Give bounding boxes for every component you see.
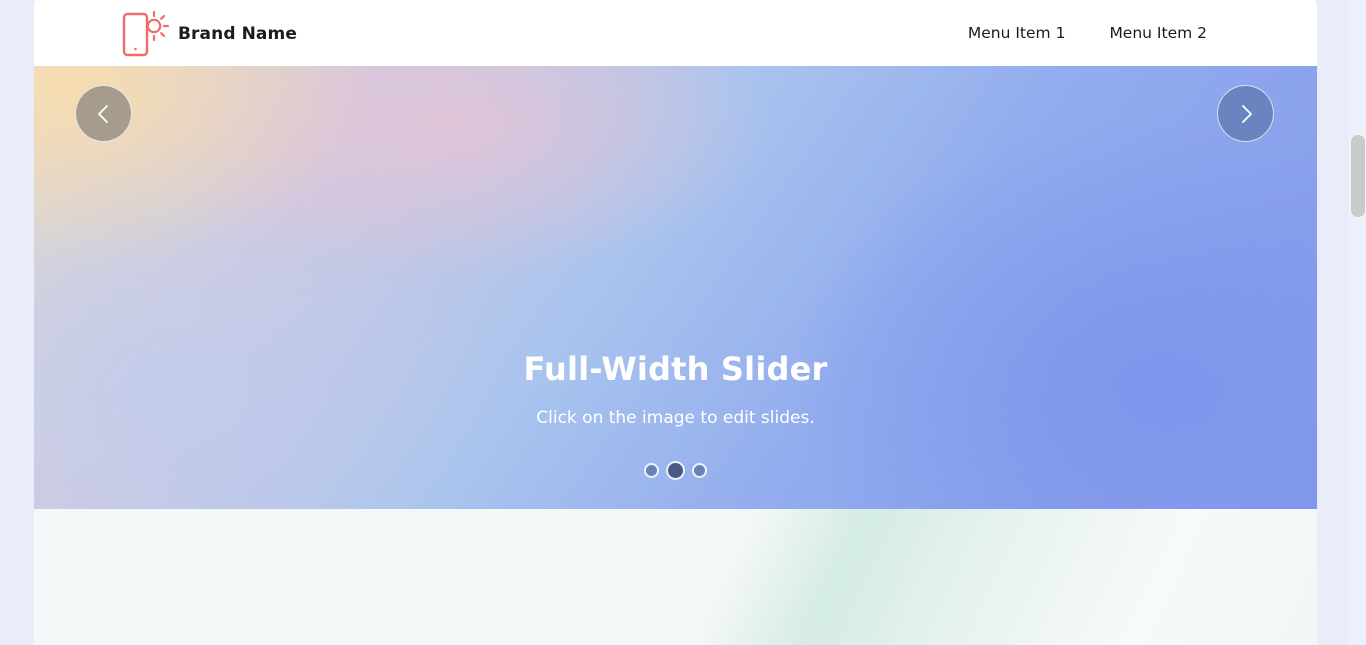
full-width-slider[interactable]: Full-Width Slider Click on the image to … [34,66,1317,509]
menu-item-2[interactable]: Menu Item 2 [1109,24,1207,42]
slide-indicator-2[interactable] [666,461,685,480]
scrollbar-track[interactable] [1349,0,1366,645]
lower-section-background [34,509,1317,645]
slide-title: Full-Width Slider [523,350,828,388]
slide-indicator-3[interactable] [692,463,707,478]
main-menu: Menu Item 1 Menu Item 2 [968,0,1207,66]
slider-next-button[interactable] [1217,85,1274,142]
menu-item-1[interactable]: Menu Item 1 [968,24,1066,42]
scrollbar-thumb[interactable] [1351,135,1365,217]
slider-prev-button[interactable] [75,85,132,142]
page: Brand Name Menu Item 1 Menu Item 2 Full-… [34,0,1317,645]
slide-indicators [34,461,1317,480]
chevron-right-icon [1241,104,1252,123]
slide-subtitle: Click on the image to edit slides. [536,408,815,428]
chevron-left-icon [97,104,108,123]
navbar: Brand Name Menu Item 1 Menu Item 2 [34,0,1317,66]
phone-sun-icon [122,10,170,57]
brand[interactable]: Brand Name [122,10,297,58]
brand-name[interactable]: Brand Name [178,24,297,44]
slide-indicator-1[interactable] [644,463,659,478]
